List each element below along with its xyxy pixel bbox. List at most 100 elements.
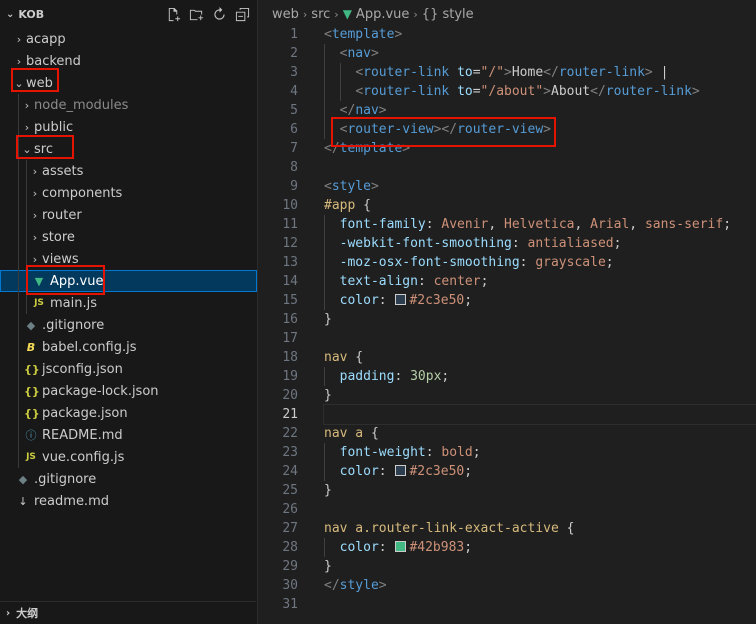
color-swatch[interactable]: [395, 465, 407, 476]
code-line[interactable]: 7 </template>: [258, 139, 756, 158]
outline-section[interactable]: › 大纲: [0, 601, 256, 624]
code-text: <router-link to="/about">About</router-l…: [324, 82, 756, 101]
code-token: #app: [324, 198, 356, 213]
breadcrumb-item-web[interactable]: web: [272, 7, 299, 22]
line-number: 20: [282, 388, 298, 403]
code-line[interactable]: 8: [258, 158, 756, 177]
code-line[interactable]: 22 nav a {: [258, 424, 756, 443]
tree-folder[interactable]: › components: [0, 182, 257, 204]
code-line[interactable]: 26: [258, 500, 756, 519]
code-line[interactable]: 23 font-weight: bold;: [258, 443, 756, 462]
code-token: About: [551, 84, 591, 99]
tree-folder[interactable]: › router: [0, 204, 257, 226]
code-line[interactable]: 10 #app {: [258, 196, 756, 215]
code-token: padding: [339, 369, 395, 384]
code-line[interactable]: 24 color: #2c3e50;: [258, 462, 756, 481]
code-token: }: [324, 388, 332, 403]
tree-folder[interactable]: › views: [0, 248, 257, 270]
chevron-right-icon: ›: [32, 208, 38, 222]
color-swatch[interactable]: [395, 294, 407, 305]
code-line[interactable]: 12 -webkit-font-smoothing: antialiased;: [258, 234, 756, 253]
line-number: 27: [282, 521, 298, 536]
tree-item-label: src: [34, 141, 53, 157]
code-token: router-view: [347, 122, 434, 137]
tree-file[interactable]: ↓ readme.md: [0, 490, 257, 512]
code-token: ;: [605, 255, 614, 270]
code-line[interactable]: 27 nav a.router-link-exact-active {: [258, 519, 756, 538]
code-lines[interactable]: 1 <template> 2 <nav> 3 <router-link to="/">…: [258, 25, 756, 614]
code-line[interactable]: 11 font-family: Avenir, Helvetica, Arial…: [258, 215, 756, 234]
chevron-down-icon: ⌄: [14, 76, 24, 90]
code-line[interactable]: 6 <router-view></router-view>: [258, 120, 756, 139]
code-token: "/about": [480, 84, 544, 99]
tree-folder[interactable]: ⌄ web: [0, 72, 257, 94]
tree-file[interactable]: JS vue.config.js: [0, 446, 257, 468]
code-line[interactable]: 17: [258, 329, 756, 348]
code-line[interactable]: 21: [258, 404, 756, 425]
line-number: 4: [290, 84, 298, 99]
vue-file-icon: ▼: [342, 7, 352, 21]
code-line[interactable]: 20}: [258, 386, 756, 405]
tree-folder[interactable]: ⌄ src: [0, 138, 257, 160]
code-line[interactable]: 15 color: #2c3e50;: [258, 291, 756, 310]
code-line[interactable]: 1 <template>: [258, 25, 756, 44]
code-line[interactable]: 18 nav {: [258, 348, 756, 367]
collapse-all-icon[interactable]: [234, 6, 251, 23]
code-token: >: [378, 578, 387, 593]
tree-folder[interactable]: › acapp: [0, 28, 257, 50]
tree-file[interactable]: ◆ .gitignore: [0, 468, 257, 490]
code-editor[interactable]: web › src › ▼ App.vue › {} style 1 <templ…: [258, 0, 756, 624]
code-line[interactable]: 16}: [258, 310, 756, 329]
code-line[interactable]: 3 <router-link to="/">Home</router-link>…: [258, 63, 756, 82]
explorer-root[interactable]: ⌄ KOB: [6, 8, 44, 21]
code-text: }: [324, 557, 756, 576]
tree-file[interactable]: ◆ .gitignore: [0, 314, 257, 336]
tree-folder[interactable]: › store: [0, 226, 257, 248]
code-line[interactable]: 30 </style>: [258, 576, 756, 595]
code-token: nav a.router-link-exact-active: [324, 521, 559, 536]
tree-file[interactable]: JS main.js: [0, 292, 257, 314]
breadcrumb-item-src[interactable]: src: [311, 7, 330, 22]
tree-file[interactable]: ⓘ README.md: [0, 424, 257, 446]
tree-file[interactable]: ▼ App.vue: [0, 270, 257, 292]
code-text: color: #2c3e50;: [324, 462, 756, 481]
color-swatch[interactable]: [395, 541, 407, 552]
line-number: 18: [282, 350, 298, 365]
code-line[interactable]: 2 <nav>: [258, 44, 756, 63]
new-file-icon[interactable]: [165, 6, 182, 23]
refresh-icon[interactable]: [211, 6, 228, 23]
code-token: :: [378, 540, 395, 555]
tree-file[interactable]: Bbabel.config.js: [0, 336, 257, 358]
code-line[interactable]: 14 text-align: center;: [258, 272, 756, 291]
code-token: nav: [355, 103, 379, 118]
explorer-root-label: KOB: [18, 7, 45, 21]
indent-guide: [18, 358, 19, 380]
tree-file[interactable]: {} package-lock.json: [0, 380, 257, 402]
code-line[interactable]: 4 <router-link to="/about">About</router…: [258, 82, 756, 101]
babel-file-icon: B: [26, 340, 36, 354]
code-token: to: [457, 65, 473, 80]
code-line[interactable]: 28 color: #42b983;: [258, 538, 756, 557]
line-number: 2: [290, 46, 298, 61]
tree-file[interactable]: {} jsconfig.json: [0, 358, 257, 380]
code-line[interactable]: 5 </nav>: [258, 101, 756, 120]
tree-item-label: package.json: [42, 405, 128, 421]
tree-folder[interactable]: › backend: [0, 50, 257, 72]
tree-item-label: README.md: [42, 427, 123, 443]
code-line[interactable]: 13 -moz-osx-font-smoothing: grayscale;: [258, 253, 756, 272]
code-line[interactable]: 9 <style>: [258, 177, 756, 196]
indent-guide: [18, 314, 19, 336]
tree-folder[interactable]: › node_modules: [0, 94, 257, 116]
code-line[interactable]: 25}: [258, 481, 756, 500]
tree-file[interactable]: {} package.json: [0, 402, 257, 424]
json-file-icon: {}: [24, 362, 40, 376]
tree-folder[interactable]: › public: [0, 116, 257, 138]
breadcrumb-item-symbol[interactable]: {} style: [422, 7, 474, 22]
new-folder-icon[interactable]: [188, 6, 205, 23]
breadcrumb-item-file[interactable]: App.vue: [356, 7, 409, 22]
code-line[interactable]: 29}: [258, 557, 756, 576]
tree-folder[interactable]: › assets: [0, 160, 257, 182]
code-line[interactable]: 19 padding: 30px;: [258, 367, 756, 386]
code-line[interactable]: 31: [258, 595, 756, 614]
